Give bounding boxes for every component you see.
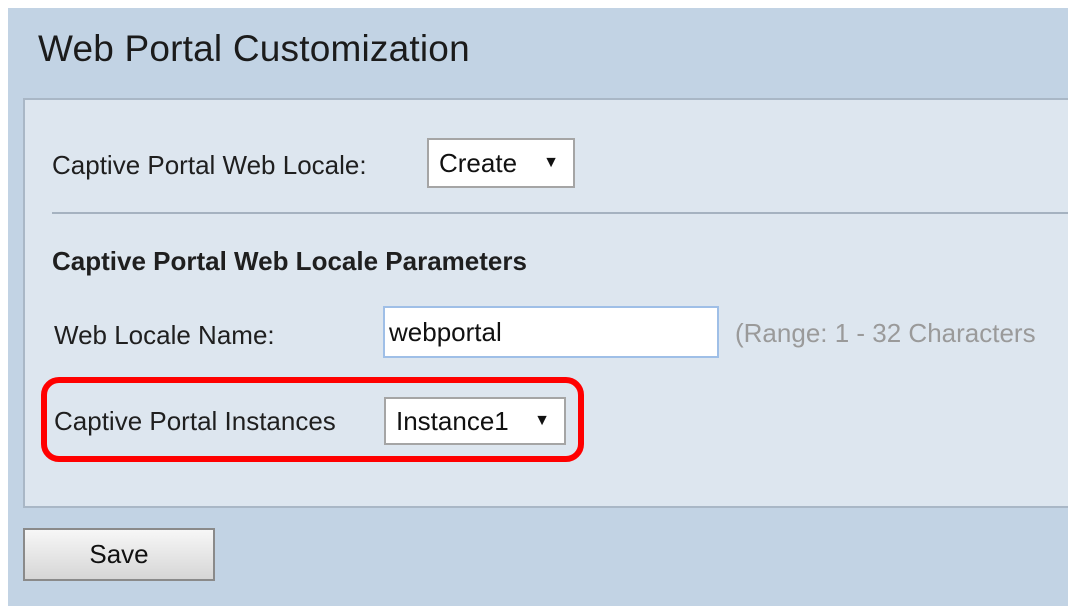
save-button[interactable]: Save	[23, 528, 215, 581]
app-frame: Web Portal Customization Captive Portal …	[8, 8, 1068, 606]
settings-panel: Captive Portal Web Locale: Create ▼ Capt…	[23, 98, 1068, 508]
web-locale-label: Captive Portal Web Locale:	[52, 150, 367, 180]
section-divider	[52, 212, 1068, 214]
web-locale-select[interactable]: Create ▼	[427, 138, 575, 188]
range-hint: (Range: 1 - 32 Characters	[735, 318, 1036, 348]
portal-instances-label: Captive Portal Instances	[54, 406, 336, 436]
parameters-heading: Captive Portal Web Locale Parameters	[52, 246, 527, 276]
web-locale-name-input[interactable]	[383, 306, 719, 358]
page-title: Web Portal Customization	[38, 28, 470, 69]
chevron-down-icon: ▼	[543, 154, 559, 171]
portal-instances-selected-value: Instance1	[396, 405, 509, 436]
web-locale-name-label: Web Locale Name:	[54, 320, 275, 350]
web-locale-selected-value: Create	[439, 147, 518, 178]
portal-instances-select[interactable]: Instance1 ▼	[384, 397, 566, 445]
chevron-down-icon: ▼	[534, 412, 550, 429]
